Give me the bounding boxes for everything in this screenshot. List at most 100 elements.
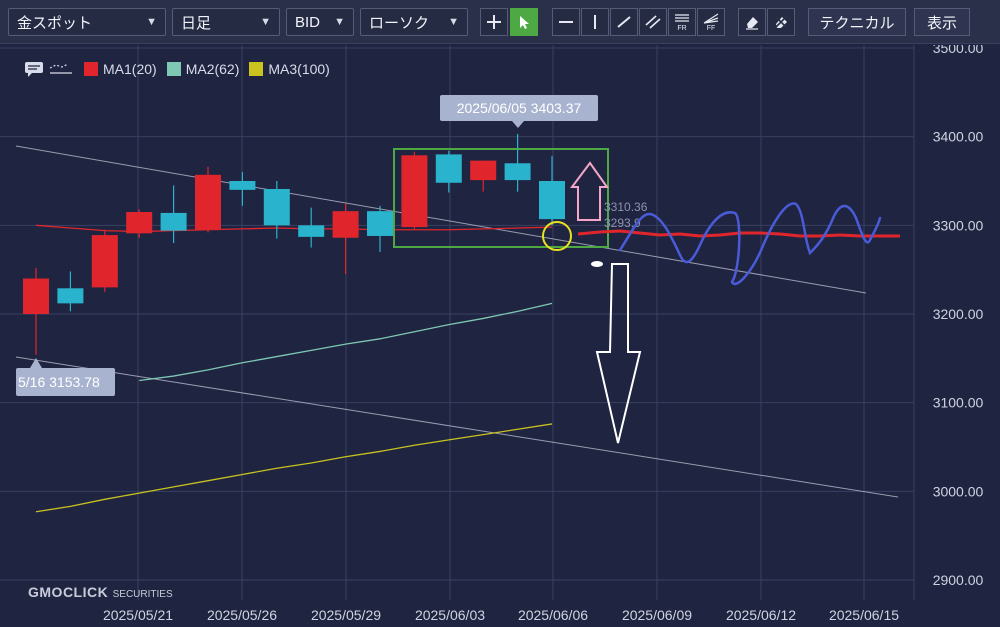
lower-trend-line[interactable] bbox=[15, 356, 899, 498]
marker-circle[interactable] bbox=[542, 221, 572, 251]
horizontal-line-button[interactable] bbox=[552, 8, 580, 36]
x-tick-label: 2025/05/21 bbox=[103, 607, 173, 623]
legend-ma3-label: MA3(100) bbox=[268, 61, 330, 77]
candle bbox=[401, 151, 428, 229]
candle-body bbox=[435, 154, 462, 183]
timeframe-label: 日足 bbox=[181, 14, 212, 32]
candle-body bbox=[298, 225, 325, 237]
display-button[interactable]: 表示 bbox=[914, 8, 970, 36]
chevron-down-icon: ▼ bbox=[146, 16, 157, 28]
horizontal-line-icon bbox=[559, 21, 573, 23]
chevron-down-icon: ▼ bbox=[334, 16, 345, 28]
symbol-select[interactable]: 金スポット ▼ bbox=[8, 8, 166, 36]
erase-all-button[interactable] bbox=[767, 8, 795, 36]
candle bbox=[298, 207, 325, 248]
ma1-line bbox=[35, 224, 553, 233]
y-tick-label: 3000.00 bbox=[933, 483, 984, 499]
data-window-icon[interactable] bbox=[48, 61, 74, 77]
candle bbox=[160, 185, 187, 244]
y-axis-labels: 3500.00 3400.00 3300.00 3200.00 3100.00 3000.… bbox=[933, 45, 984, 588]
candle-body bbox=[332, 211, 359, 238]
ff-label: FF bbox=[707, 25, 716, 32]
candle-body bbox=[263, 188, 290, 226]
x-tick-label: 2025/06/15 bbox=[829, 607, 899, 623]
fibonacci-fan-icon: FF bbox=[703, 13, 719, 32]
x-tick-label: 2025/06/06 bbox=[518, 607, 588, 623]
legend-ma1[interactable]: MA1(20) bbox=[84, 61, 157, 77]
trend-line-button[interactable] bbox=[610, 8, 638, 36]
erase-icon bbox=[746, 17, 758, 30]
candle bbox=[91, 229, 118, 292]
candle bbox=[23, 267, 49, 355]
y-tick-label: 3400.00 bbox=[933, 129, 984, 145]
comment-icon[interactable] bbox=[24, 61, 44, 77]
fibonacci-fan-button[interactable]: FF bbox=[697, 8, 725, 36]
crosshair-button[interactable] bbox=[480, 8, 508, 36]
logo-sub: SECURITIES bbox=[112, 589, 173, 600]
candle-body bbox=[401, 155, 428, 228]
crosshair-icon bbox=[487, 15, 501, 29]
candle-body bbox=[126, 212, 153, 234]
candle bbox=[229, 172, 256, 206]
candle-body bbox=[91, 235, 118, 288]
candle bbox=[332, 203, 359, 275]
candle-body bbox=[539, 181, 565, 220]
timeframe-select[interactable]: 日足 ▼ bbox=[172, 8, 280, 36]
ma1-line-path bbox=[35, 224, 553, 233]
candle bbox=[470, 160, 497, 192]
candle bbox=[367, 205, 393, 252]
candle-body bbox=[195, 174, 221, 230]
legend-ma2[interactable]: MA2(62) bbox=[166, 61, 240, 77]
freehand-forecast-line[interactable] bbox=[618, 202, 882, 286]
candle-body bbox=[470, 160, 497, 181]
y-tick-label: 2900.00 bbox=[933, 572, 984, 588]
chart-style-select[interactable]: ローソク ▼ bbox=[360, 8, 468, 36]
overlay-value-1: 3310.36 bbox=[604, 200, 648, 214]
chevron-down-icon: ▼ bbox=[448, 16, 459, 28]
low-tooltip-text: 5/16 3153.78 bbox=[18, 374, 100, 390]
price-chart[interactable]: 3500.00 3400.00 3300.00 3200.00 3100.00 3000.… bbox=[0, 45, 1000, 627]
candle bbox=[126, 209, 153, 238]
low-tooltip: 5/16 3153.78 bbox=[16, 358, 115, 396]
candle bbox=[263, 181, 290, 239]
x-tick-label: 2025/06/09 bbox=[622, 607, 692, 623]
candle-body bbox=[57, 288, 84, 304]
parallel-lines-icon bbox=[645, 15, 661, 29]
ma3-line-path bbox=[35, 423, 553, 513]
candle bbox=[195, 166, 221, 233]
legend-ma3[interactable]: MA3(100) bbox=[249, 61, 330, 77]
broker-logo: GMOCLICK SECURITIES bbox=[28, 584, 173, 600]
candle bbox=[57, 271, 84, 312]
price-type-select[interactable]: BID ▼ bbox=[286, 8, 354, 36]
high-tooltip-text: 2025/06/05 3403.37 bbox=[457, 100, 582, 116]
chart-style-label: ローソク bbox=[369, 14, 430, 32]
ma1-swatch bbox=[84, 62, 98, 76]
candle-body bbox=[160, 212, 187, 231]
vertical-line-button[interactable] bbox=[581, 8, 609, 36]
erase-button[interactable] bbox=[738, 8, 766, 36]
parallel-lines-button[interactable] bbox=[639, 8, 667, 36]
chart-toolbar: 金スポット ▼ 日足 ▼ BID ▼ ローソク ▼ FR FF テクニカル 表示 bbox=[0, 0, 1000, 44]
anchor-handle[interactable] bbox=[591, 261, 603, 267]
symbol-label: 金スポット bbox=[17, 14, 93, 32]
ma3-swatch bbox=[249, 62, 264, 76]
y-tick-label: 3200.00 bbox=[933, 306, 984, 322]
fibonacci-retracement-icon: FR bbox=[675, 14, 689, 32]
candle bbox=[435, 150, 462, 193]
y-tick-label: 3500.00 bbox=[933, 45, 984, 56]
technical-button[interactable]: テクニカル bbox=[808, 8, 906, 36]
down-arrow-annotation[interactable] bbox=[595, 263, 642, 444]
legend-ma2-label: MA2(62) bbox=[185, 61, 240, 77]
overlay-value-2: 3293.9 bbox=[604, 216, 641, 230]
high-tooltip: 2025/06/05 3403.37 bbox=[440, 95, 598, 128]
pointer-button[interactable] bbox=[510, 8, 538, 36]
candle-body bbox=[23, 278, 49, 314]
legend-ma1-label: MA1(20) bbox=[103, 61, 157, 77]
price-type-label: BID bbox=[295, 13, 321, 31]
fibonacci-retracement-button[interactable]: FR bbox=[668, 8, 696, 36]
up-arrow-annotation[interactable] bbox=[570, 161, 609, 221]
trend-line-icon bbox=[617, 16, 631, 28]
erase-all-icon bbox=[774, 15, 788, 29]
vertical-line-icon bbox=[594, 15, 596, 29]
y-tick-label: 3100.00 bbox=[933, 395, 984, 411]
